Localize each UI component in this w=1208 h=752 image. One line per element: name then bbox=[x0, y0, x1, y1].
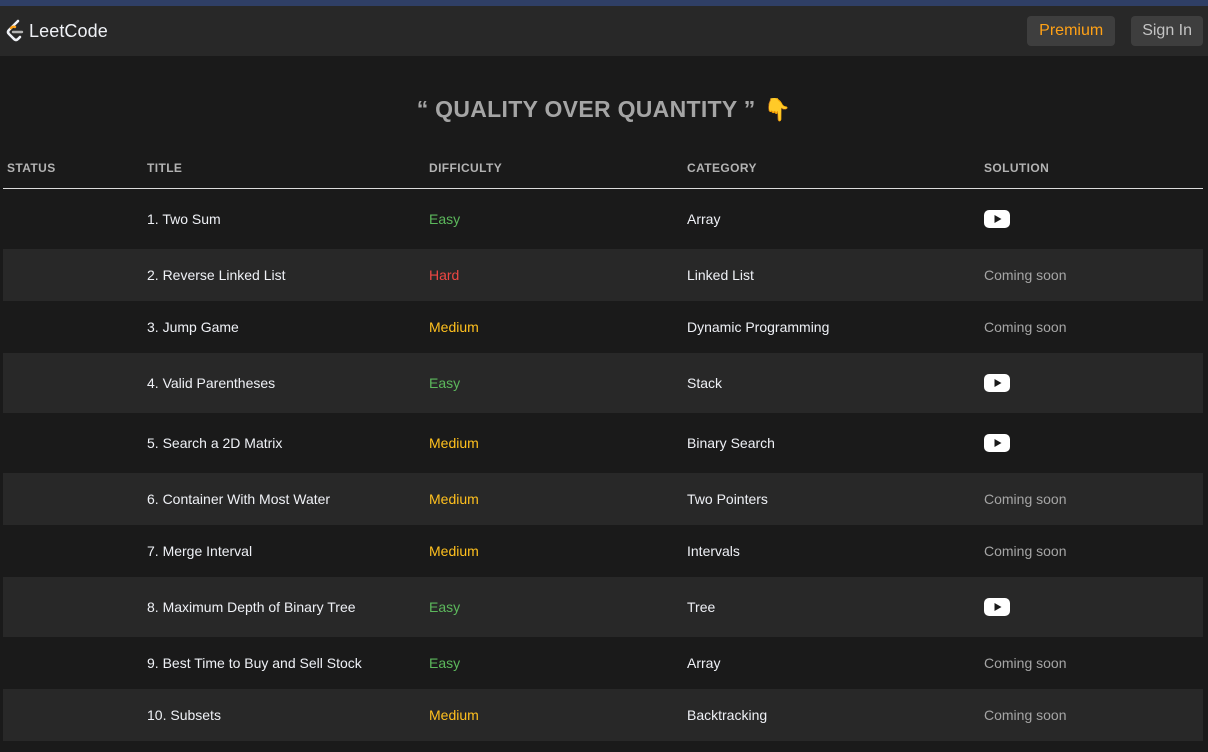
problem-title-link[interactable]: 5. Search a 2D Matrix bbox=[147, 435, 282, 451]
difficulty-label: Easy bbox=[429, 599, 461, 615]
problem-title-link[interactable]: 1. Two Sum bbox=[147, 211, 221, 227]
header-solution[interactable]: SOLUTION bbox=[984, 161, 1049, 175]
solution-coming-soon: Coming soon bbox=[984, 319, 1067, 335]
difficulty-label: Medium bbox=[429, 319, 479, 335]
category-label: Array bbox=[687, 655, 721, 671]
table-body: 1. Two Sum Easy Array 2. Reverse Linked Lis… bbox=[3, 189, 1203, 741]
header-category[interactable]: CATEGORY bbox=[687, 161, 757, 175]
difficulty-label: Hard bbox=[429, 267, 460, 283]
solution-coming-soon: Coming soon bbox=[984, 707, 1067, 723]
table-row[interactable]: 6. Container With Most Water Medium Two Po… bbox=[3, 473, 1203, 525]
page-headline: “ QUALITY OVER QUANTITY ” 👇 bbox=[0, 96, 1208, 123]
youtube-play-icon[interactable] bbox=[984, 598, 1010, 616]
leetcode-logo[interactable]: LeetCode bbox=[3, 6, 108, 56]
problem-title-link[interactable]: 9. Best Time to Buy and Sell Stock bbox=[147, 655, 362, 671]
category-label: Binary Search bbox=[687, 435, 775, 451]
table-row[interactable]: 10. Subsets Medium Backtracking Coming soon bbox=[3, 689, 1203, 741]
table-row[interactable]: 7. Merge Interval Medium Intervals Coming s… bbox=[3, 525, 1203, 577]
pointing-down-icon: 👇 bbox=[763, 97, 792, 122]
brand-name: LeetCode bbox=[29, 20, 108, 41]
difficulty-label: Easy bbox=[429, 375, 461, 391]
youtube-play-icon[interactable] bbox=[984, 374, 1010, 392]
category-label: Stack bbox=[687, 375, 723, 391]
navbar: LeetCode Premium Sign In bbox=[0, 6, 1208, 56]
table-row[interactable]: 9. Best Time to Buy and Sell Stock Easy Ar… bbox=[3, 637, 1203, 689]
difficulty-label: Easy bbox=[429, 211, 461, 227]
category-label: Linked List bbox=[687, 267, 754, 283]
problem-title-link[interactable]: 10. Subsets bbox=[147, 707, 221, 723]
table-row[interactable]: 8. Maximum Depth of Binary Tree Easy Tree bbox=[3, 577, 1203, 637]
solution-coming-soon: Coming soon bbox=[984, 543, 1067, 559]
premium-button[interactable]: Premium bbox=[1027, 16, 1116, 46]
table-header: STATUS TITLE DIFFICULTY CATEGORY SOLUTIO… bbox=[3, 150, 1203, 189]
category-label: Dynamic Programming bbox=[687, 319, 830, 335]
table-row[interactable]: 5. Search a 2D Matrix Medium Binary Search bbox=[3, 413, 1203, 473]
category-label: Array bbox=[687, 211, 721, 227]
difficulty-label: Medium bbox=[429, 543, 479, 559]
solution-coming-soon: Coming soon bbox=[984, 491, 1067, 507]
table-row[interactable]: 4. Valid Parentheses Easy Stack bbox=[3, 353, 1203, 413]
problem-title-link[interactable]: 4. Valid Parentheses bbox=[147, 375, 275, 391]
problem-table: STATUS TITLE DIFFICULTY CATEGORY SOLUTIO… bbox=[3, 150, 1203, 741]
problem-title-link[interactable]: 6. Container With Most Water bbox=[147, 491, 330, 507]
table-row[interactable]: 3. Jump Game Medium Dynamic Programming Com… bbox=[3, 301, 1203, 353]
difficulty-label: Easy bbox=[429, 655, 461, 671]
category-label: Backtracking bbox=[687, 707, 768, 723]
solution-coming-soon: Coming soon bbox=[984, 655, 1067, 671]
difficulty-label: Medium bbox=[429, 491, 479, 507]
solution-coming-soon: Coming soon bbox=[984, 267, 1067, 283]
headline-text: “ QUALITY OVER QUANTITY ” bbox=[416, 96, 756, 122]
category-label: Tree bbox=[687, 599, 716, 615]
problem-title-link[interactable]: 3. Jump Game bbox=[147, 319, 239, 335]
category-label: Intervals bbox=[687, 543, 740, 559]
sign-in-button[interactable]: Sign In bbox=[1131, 16, 1203, 46]
difficulty-label: Medium bbox=[429, 707, 479, 723]
difficulty-label: Medium bbox=[429, 435, 479, 451]
youtube-play-icon[interactable] bbox=[984, 210, 1010, 228]
category-label: Two Pointers bbox=[687, 491, 768, 507]
table-row[interactable]: 1. Two Sum Easy Array bbox=[3, 189, 1203, 249]
header-difficulty[interactable]: DIFFICULTY bbox=[429, 161, 502, 175]
youtube-play-icon[interactable] bbox=[984, 434, 1010, 452]
problem-title-link[interactable]: 7. Merge Interval bbox=[147, 543, 252, 559]
problem-title-link[interactable]: 2. Reverse Linked List bbox=[147, 267, 286, 283]
header-status[interactable]: STATUS bbox=[7, 161, 56, 175]
table-row[interactable]: 2. Reverse Linked List Hard Linked List Com… bbox=[3, 249, 1203, 301]
header-title[interactable]: TITLE bbox=[147, 161, 182, 175]
problem-title-link[interactable]: 8. Maximum Depth of Binary Tree bbox=[147, 599, 356, 615]
leetcode-logo-icon bbox=[6, 19, 24, 42]
